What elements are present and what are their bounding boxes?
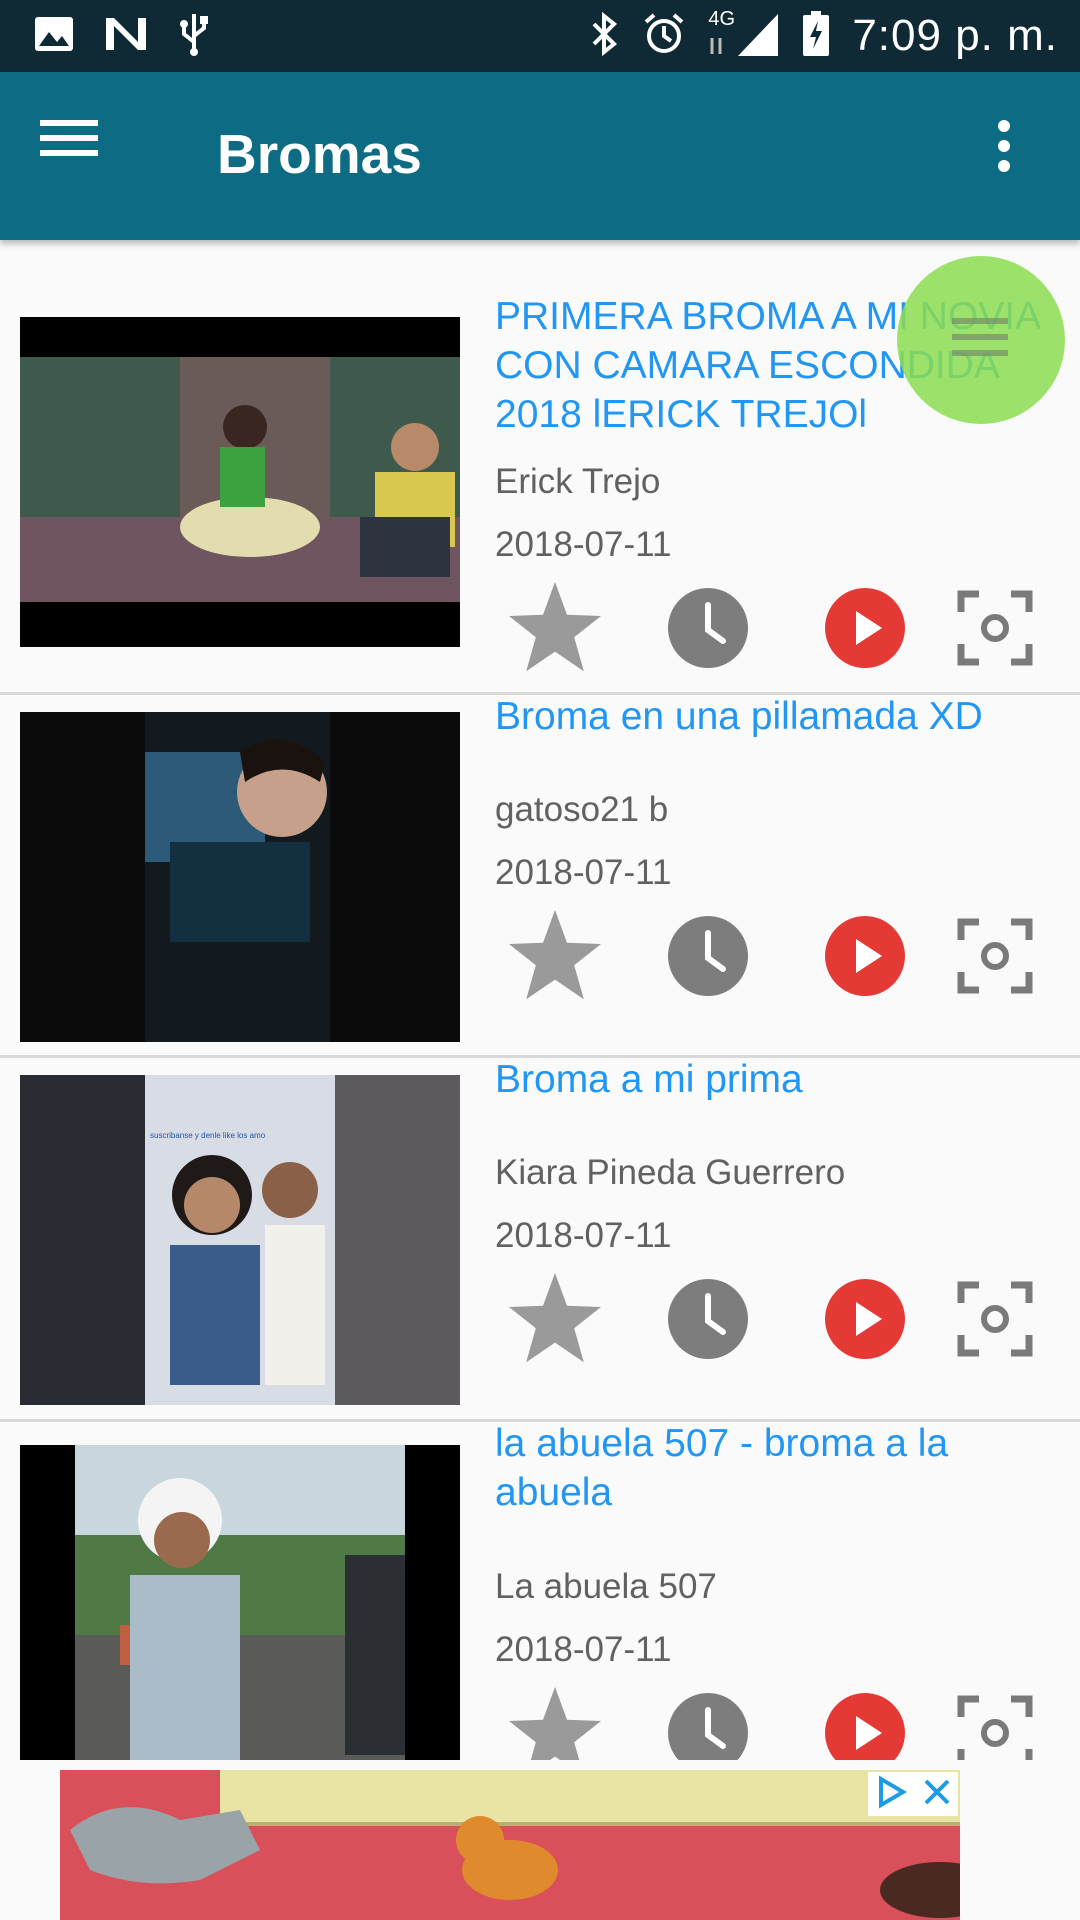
- play-icon: [824, 915, 906, 1002]
- favorite-button[interactable]: [505, 1685, 605, 1760]
- action-row: [505, 908, 1050, 1008]
- watch-later-button[interactable]: [658, 1685, 758, 1760]
- star-icon: [507, 909, 603, 1007]
- hamburger-icon: [40, 120, 100, 164]
- thumbnail-caption: suscribanse y denle like los amo: [150, 1131, 266, 1140]
- alarm-icon: [642, 12, 686, 61]
- screenshot-icon: [957, 918, 1033, 999]
- screenshot-icon: [957, 1281, 1033, 1362]
- overflow-menu-button[interactable]: [994, 116, 1054, 196]
- bluetooth-icon: [590, 11, 620, 61]
- favorite-button[interactable]: [505, 580, 605, 680]
- play-button[interactable]: [815, 580, 915, 680]
- star-icon: [507, 1686, 603, 1760]
- video-list: PRIMERA BROMA A MI NOVIA CON CAMARA ESCO…: [0, 240, 1080, 1760]
- video-title[interactable]: la abuela 507 - broma a la abuela: [495, 1419, 1065, 1517]
- adchoices-icon: [875, 1774, 909, 1814]
- watch-later-button[interactable]: [658, 908, 758, 1008]
- list-item[interactable]: la abuela 507 - broma a la abuela La abu…: [0, 1422, 1080, 1760]
- close-icon: [922, 1777, 952, 1812]
- play-button[interactable]: [815, 1685, 915, 1760]
- app-bar: Bromas: [0, 72, 1080, 240]
- screenshot-button[interactable]: [945, 908, 1045, 1008]
- screenshot-icon: [957, 1695, 1033, 1760]
- video-author: Erick Trejo: [495, 462, 661, 501]
- battery-charging-icon: [802, 10, 830, 62]
- list-icon: [952, 314, 1012, 369]
- play-icon: [824, 587, 906, 674]
- video-author: gatoso21 b: [495, 790, 669, 829]
- play-button[interactable]: [815, 1271, 915, 1371]
- screenshot-icon: [957, 590, 1033, 671]
- video-thumbnail[interactable]: [20, 712, 460, 1042]
- play-button[interactable]: [815, 908, 915, 1008]
- favorite-button[interactable]: [505, 908, 605, 1008]
- more-vert-icon: [994, 120, 1014, 180]
- video-author: Kiara Pineda Guerrero: [495, 1153, 846, 1192]
- page-title: Bromas: [217, 123, 422, 185]
- video-thumbnail[interactable]: suscribanse y denle like los amo: [20, 1075, 460, 1405]
- clock-icon: [667, 1692, 749, 1760]
- floating-action-button[interactable]: [897, 256, 1065, 424]
- signal-icon: 4G: [708, 7, 780, 63]
- action-row: [505, 580, 1050, 680]
- favorite-button[interactable]: [505, 1271, 605, 1371]
- video-title[interactable]: Broma en una pillamada XD: [495, 692, 1065, 741]
- video-author: La abuela 507: [495, 1567, 717, 1606]
- video-date: 2018-07-11: [495, 853, 672, 892]
- clock-time: 7:09 p. m.: [852, 11, 1058, 60]
- video-date: 2018-07-11: [495, 525, 672, 564]
- clock-icon: [667, 1278, 749, 1365]
- screenshot-button[interactable]: [945, 1271, 1045, 1371]
- ad-artwork: [70, 1807, 960, 1918]
- clock-icon: [667, 587, 749, 674]
- action-row: [505, 1685, 1050, 1760]
- clock-icon: [667, 915, 749, 1002]
- n-logo-icon: [104, 16, 148, 57]
- screenshot-button[interactable]: [945, 580, 1045, 680]
- star-icon: [507, 581, 603, 679]
- network-type-label: 4G: [708, 7, 736, 30]
- video-thumbnail[interactable]: [20, 317, 460, 647]
- video-date: 2018-07-11: [495, 1630, 672, 1669]
- usb-icon: [178, 12, 210, 61]
- video-title[interactable]: Broma a mi prima: [495, 1055, 1065, 1104]
- status-bar: 4G 7:09 p. m.: [0, 0, 1080, 72]
- video-date: 2018-07-11: [495, 1216, 672, 1255]
- menu-button[interactable]: [40, 116, 130, 196]
- list-item[interactable]: suscribanse y denle like los amo Broma a…: [0, 1058, 1080, 1422]
- ad-banner[interactable]: [60, 1770, 960, 1920]
- watch-later-button[interactable]: [658, 580, 758, 680]
- video-thumbnail[interactable]: [20, 1445, 460, 1760]
- list-item[interactable]: Broma en una pillamada XD gatoso21 b 201…: [0, 695, 1080, 1058]
- screenshot-button[interactable]: [945, 1685, 1045, 1760]
- play-icon: [824, 1692, 906, 1760]
- ad-close-button[interactable]: [868, 1772, 958, 1816]
- star-icon: [507, 1272, 603, 1370]
- watch-later-button[interactable]: [658, 1271, 758, 1371]
- action-row: [505, 1271, 1050, 1371]
- image-icon: [34, 16, 74, 57]
- play-icon: [824, 1278, 906, 1365]
